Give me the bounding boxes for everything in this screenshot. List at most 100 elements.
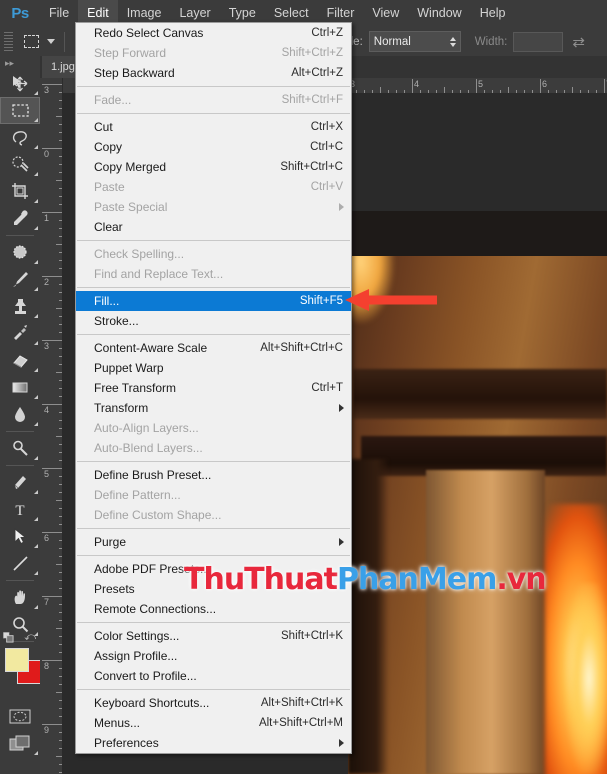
blur-tool[interactable] (0, 401, 40, 428)
rectangular-marquee-icon[interactable] (18, 31, 44, 53)
menu-item-shortcut: Alt+Ctrl+Z (291, 67, 343, 79)
eraser-icon (12, 355, 28, 368)
menu-item-label: Purge (94, 535, 127, 549)
menu-item-step-backward[interactable]: Step Backward Alt+Ctrl+Z (76, 63, 351, 83)
rectangular-marquee-tool[interactable] (0, 97, 40, 124)
document-image[interactable] (348, 211, 607, 774)
menu-item-label: Auto-Align Layers... (94, 421, 199, 435)
menu-item-color-settings[interactable]: Color Settings... Shift+Ctrl+K (76, 626, 351, 646)
spot-healing-brush-tool[interactable] (0, 239, 40, 266)
swap-colors-icon[interactable]: ⤺ (24, 631, 36, 644)
history-brush-icon (13, 325, 27, 340)
menu-separator (77, 528, 350, 529)
ruler-h-tick (604, 79, 605, 93)
menu-item-check-spelling: Check Spelling... (76, 244, 351, 264)
width-label: Width: (474, 35, 508, 48)
menu-item-transform[interactable]: Transform (76, 398, 351, 418)
eyedropper-icon (13, 210, 28, 225)
pen-tool[interactable] (0, 469, 40, 496)
menu-item-auto-align-layers: Auto-Align Layers... (76, 418, 351, 438)
edit-dropdown-menu[interactable]: Redo Select Canvas Ctrl+Z Step Forward Shif… (75, 22, 352, 754)
menu-item-shortcut: Shift+Ctrl+F (281, 94, 343, 106)
crop-tool[interactable] (0, 178, 40, 205)
menu-item-remote-connections[interactable]: Remote Connections... (76, 599, 351, 619)
photoshop-window: Ps File Edit Image Layer Type Select Filter Vie… (0, 0, 607, 774)
eyedropper-tool[interactable] (0, 205, 40, 232)
tool-preset-chevron-down-icon[interactable] (44, 39, 58, 44)
default-colors-icon[interactable] (3, 632, 14, 643)
screen-mode-icon[interactable] (0, 730, 40, 757)
menu-item-keyboard-shortcuts[interactable]: Keyboard Shortcuts... Alt+Shift+Ctrl+K (76, 693, 351, 713)
gradient-icon (12, 382, 27, 393)
menu-item-puppet-warp[interactable]: Puppet Warp (76, 358, 351, 378)
menu-item-convert-to-profile[interactable]: Convert to Profile... (76, 666, 351, 686)
swap-dimensions-icon[interactable]: ⇄ (572, 33, 585, 51)
ruler-v-label: 2 (44, 277, 50, 287)
options-bar-grip[interactable] (4, 31, 13, 52)
menu-item-fill[interactable]: Fill... Shift+F5 (76, 291, 351, 311)
ruler-v-tick (42, 84, 62, 85)
ruler-v-label: 9 (44, 725, 50, 735)
horizontal-type-tool[interactable]: T (0, 496, 40, 523)
quick-mask-icon[interactable] (0, 703, 40, 730)
menu-item-redo-select-canvas[interactable]: Redo Select Canvas Ctrl+Z (76, 23, 351, 43)
menu-item-label: Define Custom Shape... (94, 508, 222, 522)
menu-item-copy[interactable]: Copy Ctrl+C (76, 137, 351, 157)
path-selection-icon (14, 528, 27, 545)
ruler-h-label: 4 (414, 79, 420, 89)
quick-selection-tool[interactable] (0, 151, 40, 178)
ruler-v-tick (42, 404, 62, 405)
clone-stamp-tool[interactable] (0, 293, 40, 320)
toolbox-grip[interactable]: ▸▸ (0, 56, 40, 70)
brush-tool[interactable] (0, 266, 40, 293)
menu-item-label: Redo Select Canvas (94, 26, 204, 40)
vertical-ruler[interactable]: 3 0 1 2 3 4 5 6 7 8 9 (40, 78, 63, 774)
menu-item-assign-profile[interactable]: Assign Profile... (76, 646, 351, 666)
menu-item-define-brush-preset[interactable]: Define Brush Preset... (76, 465, 351, 485)
menu-item-shortcut: Shift+Ctrl+C (280, 161, 343, 173)
menubar-item-help[interactable]: Help (471, 0, 515, 27)
ruler-h-label: 5 (478, 79, 484, 89)
menu-item-paste: Paste Ctrl+V (76, 177, 351, 197)
menu-item-clear[interactable]: Clear (76, 217, 351, 237)
width-input[interactable] (513, 31, 564, 52)
gradient-tool[interactable] (0, 374, 40, 401)
menubar-item-file[interactable]: File (40, 0, 78, 27)
menu-item-menus[interactable]: Menus... Alt+Shift+Ctrl+M (76, 713, 351, 733)
menu-item-shortcut: Alt+Shift+Ctrl+C (260, 342, 343, 354)
pen-icon (14, 476, 26, 489)
foreground-color-swatch[interactable] (5, 648, 29, 672)
menu-item-shortcut: Ctrl+C (310, 141, 343, 153)
menu-item-content-aware-scale[interactable]: Content-Aware Scale Alt+Shift+Ctrl+C (76, 338, 351, 358)
menu-item-label: Stroke... (94, 314, 139, 328)
menu-item-shortcut: Ctrl+Z (311, 27, 343, 39)
menu-item-cut[interactable]: Cut Ctrl+X (76, 117, 351, 137)
ruler-v-tick (42, 212, 62, 213)
path-selection-tool[interactable] (0, 523, 40, 550)
menu-item-label: Find and Replace Text... (94, 267, 224, 281)
history-brush-tool[interactable] (0, 320, 40, 347)
menu-item-paste-special: Paste Special (76, 197, 351, 217)
menu-item-label: Step Backward (94, 66, 175, 80)
dodge-tool[interactable] (0, 435, 40, 462)
ruler-v-tick (42, 148, 62, 149)
menu-item-preferences[interactable]: Preferences (76, 733, 351, 753)
style-select[interactable]: Normal (368, 31, 461, 52)
eraser-tool[interactable] (0, 347, 40, 374)
menu-item-stroke[interactable]: Stroke... (76, 311, 351, 331)
menu-item-label: Keyboard Shortcuts... (94, 696, 210, 710)
move-tool[interactable] (0, 70, 40, 97)
menu-item-free-transform[interactable]: Free Transform Ctrl+T (76, 378, 351, 398)
lasso-tool[interactable] (0, 124, 40, 151)
submenu-arrow-icon (339, 203, 344, 211)
menu-item-purge[interactable]: Purge (76, 532, 351, 552)
dodge-icon (12, 440, 28, 456)
menu-item-label: Color Settings... (94, 629, 180, 643)
menu-item-copy-merged[interactable]: Copy Merged Shift+Ctrl+C (76, 157, 351, 177)
menubar-item-view[interactable]: View (363, 0, 408, 27)
menubar-item-window[interactable]: Window (408, 0, 470, 27)
clone-stamp-icon (14, 299, 26, 314)
submenu-arrow-icon (339, 404, 344, 412)
hand-tool[interactable] (0, 584, 40, 611)
line-tool[interactable] (0, 550, 40, 577)
